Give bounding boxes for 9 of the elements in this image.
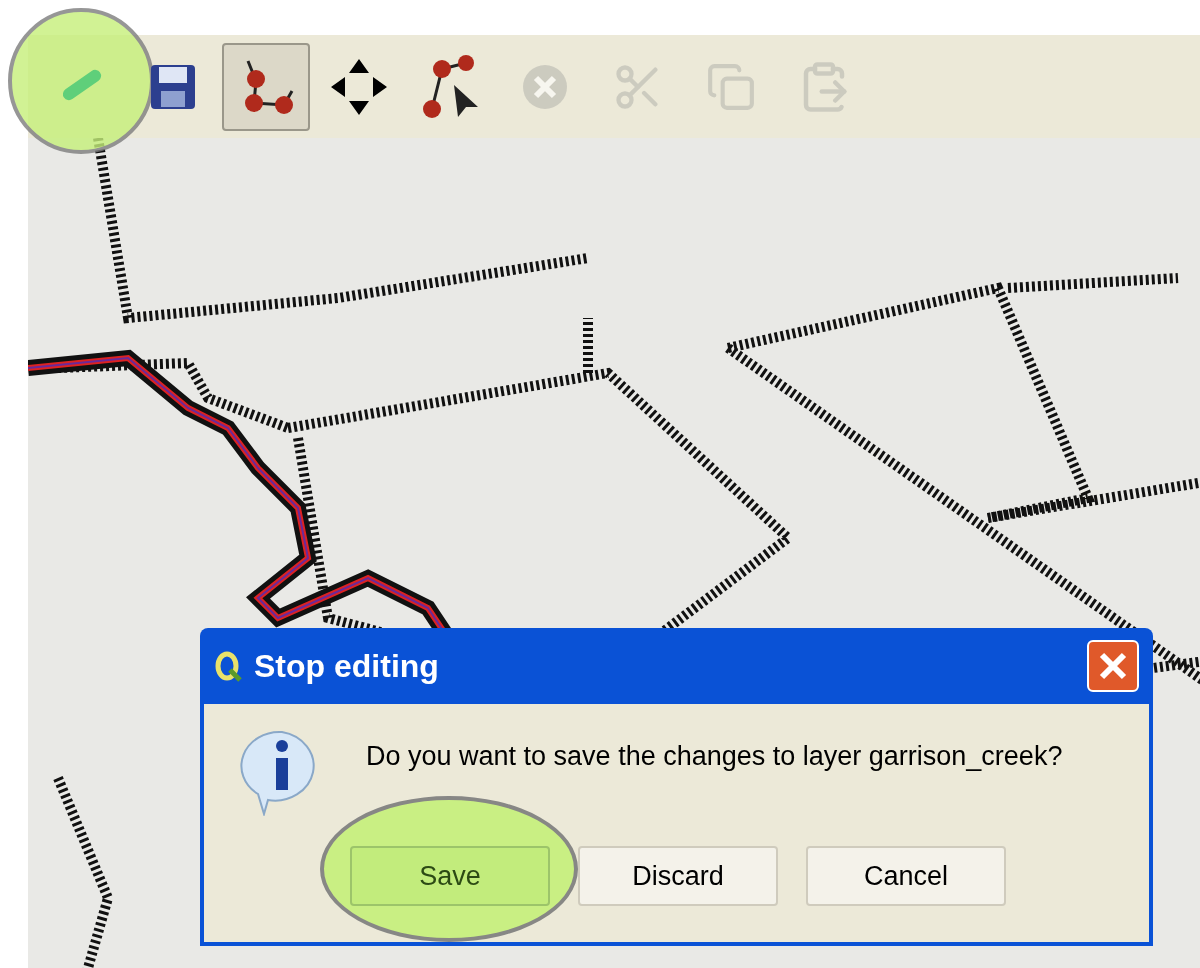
close-button[interactable]	[1087, 640, 1139, 692]
close-icon	[1098, 651, 1128, 681]
dialog-button[interactable]: Discard	[578, 846, 778, 906]
dialog-button[interactable]: Save	[350, 846, 550, 906]
dialog-message: Do you want to save the changes to layer garrison_creek?	[366, 740, 1063, 773]
dialog-button[interactable]: Cancel	[806, 846, 1006, 906]
dialog-title: Stop editing	[254, 647, 440, 686]
copy-icon	[706, 61, 756, 112]
app-logo-icon	[214, 650, 242, 682]
